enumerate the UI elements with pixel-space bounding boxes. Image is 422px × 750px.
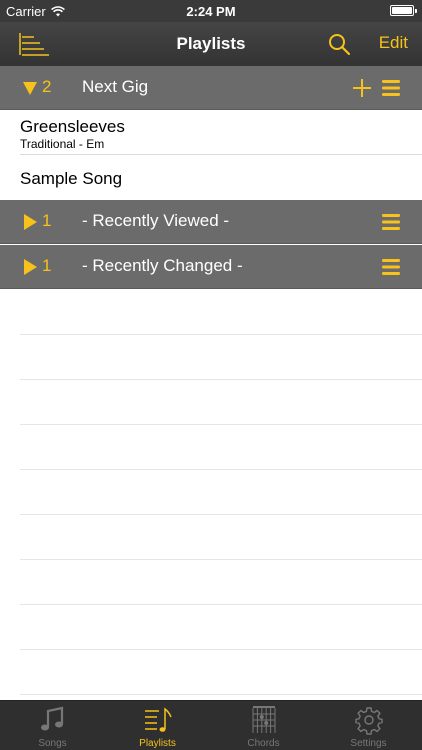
- empty-row-separator: [20, 604, 422, 605]
- tab-label: Playlists: [139, 738, 176, 749]
- tab-label: Songs: [38, 738, 67, 749]
- playlist-song-count: 2: [42, 77, 52, 96]
- song-subtitle: Traditional - Em: [20, 137, 105, 151]
- collapsed-triangle-icon[interactable]: [22, 213, 38, 231]
- playlist-options-icon[interactable]: [381, 212, 401, 232]
- tab-chords[interactable]: Chords: [211, 701, 316, 750]
- edit-button[interactable]: Edit: [379, 33, 408, 53]
- empty-row-separator: [20, 469, 422, 470]
- empty-row-separator: [20, 514, 422, 515]
- playlist-header-recently-viewed[interactable]: 1 - Recently Viewed -: [0, 200, 422, 244]
- tab-label: Chords: [247, 738, 280, 749]
- playlist-song-count: 1: [42, 256, 52, 275]
- tab-bar: Songs Playlists Chords Settings: [0, 700, 422, 750]
- clock: 2:24 PM: [186, 4, 236, 19]
- playlist-name: Next Gig: [82, 77, 149, 96]
- tab-settings[interactable]: Settings: [316, 701, 421, 750]
- empty-row-separator: [20, 649, 422, 650]
- playlist-header-recently-changed[interactable]: 1 - Recently Changed -: [0, 245, 422, 289]
- expanded-triangle-icon[interactable]: [22, 79, 38, 97]
- empty-row-separator: [20, 334, 422, 335]
- empty-row-separator: [20, 379, 422, 380]
- song-title: Sample Song: [20, 169, 123, 188]
- playlist-name: - Recently Changed -: [82, 256, 243, 275]
- battery-icon: [390, 5, 417, 16]
- chord-grid-icon: [252, 706, 275, 733]
- status-bar: Carrier 2:24 PM: [0, 0, 422, 22]
- add-song-icon[interactable]: [351, 77, 373, 99]
- song-row-sample-song[interactable]: Sample Song: [20, 155, 422, 200]
- tab-songs[interactable]: Songs: [0, 701, 105, 750]
- playlist-song-count: 1: [42, 211, 52, 230]
- tab-playlists[interactable]: Playlists: [105, 701, 210, 750]
- playlist-icon: [144, 707, 172, 732]
- playlist-options-icon[interactable]: [381, 78, 401, 98]
- gear-icon: [354, 707, 383, 735]
- collapsed-triangle-icon[interactable]: [22, 258, 38, 276]
- playlist-name: - Recently Viewed -: [82, 211, 230, 230]
- empty-row-separator: [20, 694, 422, 695]
- search-icon[interactable]: [327, 32, 351, 56]
- song-title: Greensleeves: [20, 117, 125, 136]
- playlist-header-next-gig[interactable]: 2 Next Gig: [0, 66, 422, 110]
- playlist-options-icon[interactable]: [381, 257, 401, 277]
- navigation-bar: Playlists Edit: [0, 22, 422, 66]
- tab-label: Settings: [350, 738, 387, 749]
- page-title: Playlists: [176, 34, 246, 53]
- empty-row-separator: [20, 424, 422, 425]
- song-row-greensleeves[interactable]: Greensleeves Traditional - Em: [20, 110, 422, 155]
- empty-row-separator: [20, 559, 422, 560]
- music-note-icon: [40, 706, 63, 731]
